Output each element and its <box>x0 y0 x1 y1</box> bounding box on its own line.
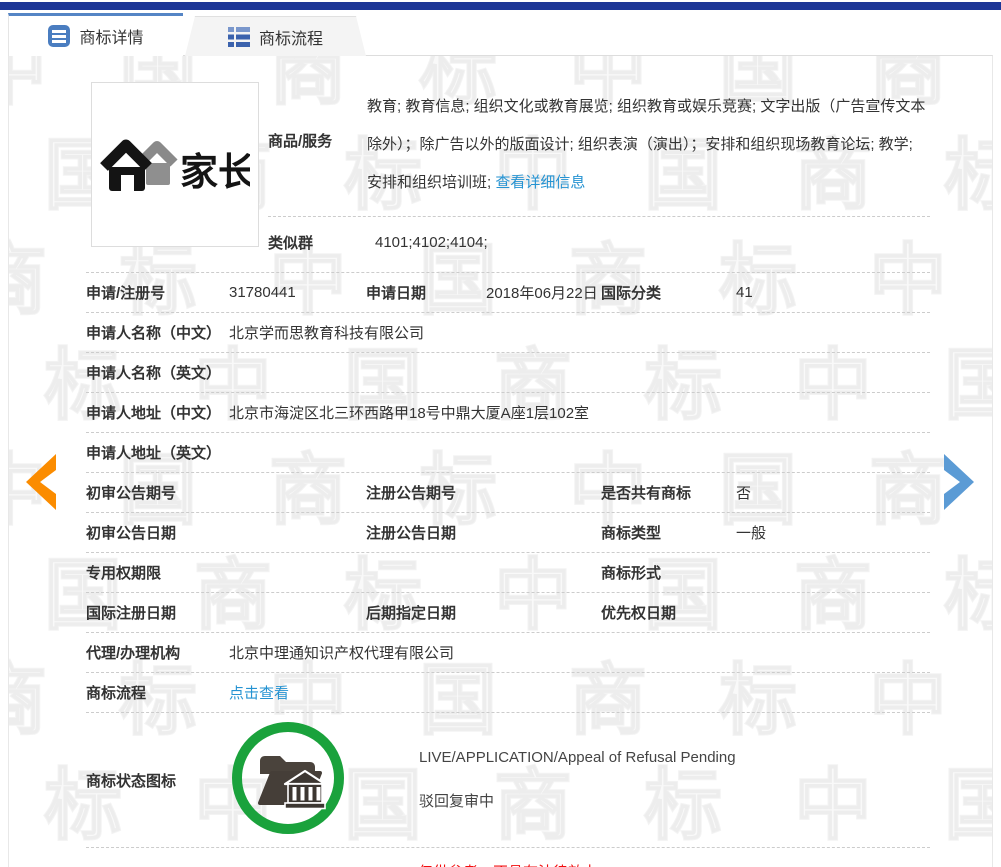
address-cn-label: 申请人地址（中文） <box>86 402 229 423</box>
detail-list-icon <box>48 25 70 47</box>
goods-similar-block: 商品/服务 教育; 教育信息; 组织文化或教育展览; 组织教育或娱乐竞赛; 文字… <box>268 80 930 272</box>
similar-group-row: 类似群 4101;4102;4104; <box>268 217 930 267</box>
similar-group-label: 类似群 <box>268 232 367 253</box>
goods-services-label: 商品/服务 <box>268 88 367 202</box>
intl-class-value: 41 <box>736 284 930 301</box>
table-row-address-en: 申请人地址（英文） <box>86 433 930 473</box>
later-desig-date-label: 后期指定日期 <box>366 602 486 623</box>
intl-class-label: 国际分类 <box>601 282 736 303</box>
priority-date-label: 优先权日期 <box>601 602 736 623</box>
view-details-link[interactable]: 查看详细信息 <box>495 174 585 191</box>
tab-label: 商标流程 <box>259 25 323 49</box>
applicant-en-label: 申请人名称（英文） <box>86 362 229 383</box>
process-list-icon <box>228 27 250 47</box>
table-row-address-cn: 申请人地址（中文） 北京市海淀区北三环西路甲18号中鼎大厦A座1层102室 <box>86 393 930 433</box>
intl-reg-date-label: 国际注册日期 <box>86 602 229 623</box>
previous-arrow-icon[interactable] <box>24 452 58 512</box>
jiazhangbang-logo-icon: 家长帮 <box>100 133 250 197</box>
reg-notice-date-label: 注册公告日期 <box>366 522 486 543</box>
goods-services-value: 教育; 教育信息; 组织文化或教育展览; 组织教育或娱乐竞赛; 文字出版（广告宣… <box>367 98 925 191</box>
tm-type-label: 商标类型 <box>601 522 736 543</box>
status-text-block: LIVE/APPLICATION/Appeal of Refusal Pendi… <box>419 749 736 811</box>
table-row-intl-reg-date: 国际注册日期 后期指定日期 优先权日期 <box>86 593 930 633</box>
svg-text:家长帮: 家长帮 <box>180 152 250 194</box>
process-label: 商标流程 <box>86 682 229 703</box>
status-line-cn: 驳回复审中 <box>419 790 736 811</box>
table-row-exclusive-period: 专用权期限 商标形式 <box>86 553 930 593</box>
trademark-logo: 家长帮 <box>91 82 259 247</box>
tab-trademark-details[interactable]: 商标详情 <box>8 13 183 56</box>
top-section: 家长帮 商品/服务 教育; 教育信息; 组织文化或教育展览; 组织教育或娱乐竞赛… <box>86 80 930 273</box>
applicant-cn-label: 申请人名称（中文） <box>86 322 229 343</box>
shared-tm-value: 否 <box>736 482 930 503</box>
first-trial-no-label: 初审公告期号 <box>86 482 229 503</box>
reg-no-value: 31780441 <box>229 284 366 301</box>
agency-label: 代理/办理机构 <box>86 642 229 663</box>
tab-bar: 商标详情 商标流程 <box>8 13 366 56</box>
tm-type-value: 一般 <box>736 522 930 543</box>
tm-form-label: 商标形式 <box>601 562 736 583</box>
agency-value: 北京中理通知识产权代理有限公司 <box>229 642 930 663</box>
top-navy-bar <box>0 2 1001 10</box>
table-row-applicant-cn: 申请人名称（中文） 北京学而思教育科技有限公司 <box>86 313 930 353</box>
next-arrow-icon[interactable] <box>942 452 976 512</box>
reg-notice-no-label: 注册公告期号 <box>366 482 486 503</box>
table-row-first-trial-date: 初审公告日期 注册公告日期 商标类型 一般 <box>86 513 930 553</box>
legal-disclaimer: 仅供参考，不具有法律效力 <box>86 848 930 867</box>
app-date-label: 申请日期 <box>366 282 486 303</box>
shared-tm-label: 是否共有商标 <box>601 482 736 503</box>
first-trial-date-label: 初审公告日期 <box>86 522 229 543</box>
goods-services-row: 商品/服务 教育; 教育信息; 组织文化或教育展览; 组织教育或娱乐竞赛; 文字… <box>268 80 930 217</box>
applicant-cn-value: 北京学而思教育科技有限公司 <box>229 322 930 343</box>
status-line-en: LIVE/APPLICATION/Appeal of Refusal Pendi… <box>419 749 736 766</box>
tab-trademark-process[interactable]: 商标流程 <box>185 16 366 56</box>
address-cn-value: 北京市海淀区北三环西路甲18号中鼎大厦A座1层102室 <box>229 402 930 423</box>
table-row-status: 商标状态图标 LIVE/APPLICATION/Appeal of Refusa… <box>86 713 930 848</box>
status-label: 商标状态图标 <box>86 770 229 791</box>
folder-bank-status-icon <box>229 719 347 841</box>
similar-group-value: 4101;4102;4104; <box>367 234 488 251</box>
tab-label: 商标详情 <box>79 24 143 48</box>
table-row-agency: 代理/办理机构 北京中理通知识产权代理有限公司 <box>86 633 930 673</box>
table-row-regno: 申请/注册号 31780441 申请日期 2018年06月22日 国际分类 41 <box>86 273 930 313</box>
address-en-label: 申请人地址（英文） <box>86 442 229 463</box>
goods-services-text: 教育; 教育信息; 组织文化或教育展览; 组织教育或娱乐竞赛; 文字出版（广告宣… <box>367 88 930 202</box>
click-to-view-link[interactable]: 点击查看 <box>229 685 289 702</box>
table-row-process: 商标流程 点击查看 <box>86 673 930 713</box>
reg-no-label: 申请/注册号 <box>86 282 229 303</box>
table-row-first-trial-no: 初审公告期号 注册公告期号 是否共有商标 否 <box>86 473 930 513</box>
table-row-applicant-en: 申请人名称（英文） <box>86 353 930 393</box>
trademark-detail-panel: 中国商标中国商标国商标中国商标中商标中国商标中国标中国商标中国商中国商标中国商标… <box>8 55 993 867</box>
app-date-value: 2018年06月22日 <box>486 282 601 303</box>
exclusive-period-label: 专用权期限 <box>86 562 229 583</box>
